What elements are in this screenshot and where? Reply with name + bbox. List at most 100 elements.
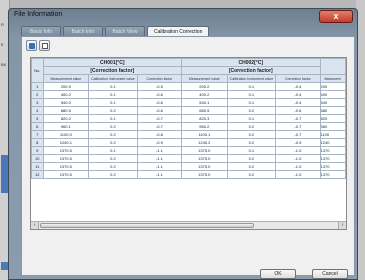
table-cell[interactable]: 0.2: [226, 122, 277, 131]
table-cell[interactable]: 0.1: [88, 146, 138, 155]
table-cell[interactable]: -0.4: [275, 98, 321, 107]
table-row[interactable]: 5 820.2 0.1 -0.7 820.3 0.1 -0.7 820: [31, 114, 346, 123]
scroll-right-arrow-icon[interactable]: ›: [338, 222, 346, 229]
table-cell[interactable]: -0.4: [275, 82, 321, 91]
table-cell[interactable]: 0.2: [88, 106, 138, 115]
table-cell[interactable]: 1240: [319, 138, 346, 147]
table-row[interactable]: 4 680.5 0.2 -0.6 680.5 0.2 -0.6 680: [31, 106, 346, 115]
table-cell[interactable]: 0.2: [226, 154, 277, 163]
table-row[interactable]: 10 1370.0 0.2 -1.1 1370.0 0.2 -1.0 1370: [31, 154, 346, 163]
table-cell[interactable]: -1.0: [275, 170, 321, 179]
tab-calibration-correction[interactable]: Calibration Correction: [147, 26, 210, 36]
table-cell[interactable]: -0.8: [136, 130, 183, 139]
table-cell[interactable]: 540.1: [181, 98, 228, 107]
table-cell[interactable]: 400: [319, 90, 346, 99]
table-cell[interactable]: 680: [319, 106, 346, 115]
table-cell[interactable]: 0.2: [226, 106, 277, 115]
table-cell[interactable]: -0.4: [275, 90, 321, 99]
title-bar[interactable]: File Information x: [9, 9, 357, 24]
table-cell[interactable]: 960.2: [181, 122, 228, 131]
table-row[interactable]: 8 1240.1 0.2 -0.9 1240.2 0.2 -0.9 1240: [31, 138, 346, 147]
table-cell[interactable]: 540: [319, 98, 346, 107]
tab-batch-view[interactable]: Batch View: [105, 26, 145, 36]
table-cell[interactable]: -1.0: [275, 146, 321, 155]
table-cell[interactable]: 0.1: [226, 90, 277, 99]
horizontal-scrollbar[interactable]: ‹ ›: [31, 221, 346, 229]
table-row[interactable]: 6 960.1 0.2 -0.7 960.2 0.2 -0.7 960: [31, 122, 346, 131]
table-cell[interactable]: 1100.0: [42, 130, 90, 139]
table-cell[interactable]: 0.2: [88, 138, 138, 147]
table-cell[interactable]: 1370.0: [42, 146, 90, 155]
table-cell[interactable]: -0.7: [275, 122, 321, 131]
table-cell[interactable]: -0.9: [275, 138, 321, 147]
table-cell[interactable]: 1370.0: [42, 154, 90, 163]
table-row[interactable]: 1 200.5 0.1 -0.5 200.2 0.1 -0.4 200: [31, 82, 346, 91]
table-cell[interactable]: -0.6: [136, 98, 183, 107]
table-cell[interactable]: 680.5: [42, 106, 90, 115]
table-cell[interactable]: -0.7: [275, 130, 321, 139]
table-cell[interactable]: -0.7: [136, 114, 183, 123]
table-cell[interactable]: -1.1: [136, 170, 183, 179]
table-cell[interactable]: 0.2: [226, 138, 277, 147]
table-cell[interactable]: 0.1: [226, 114, 277, 123]
table-cell[interactable]: 0.1: [226, 146, 277, 155]
table-cell[interactable]: -0.9: [136, 138, 183, 147]
table-cell[interactable]: 0.2: [88, 170, 138, 179]
table-cell[interactable]: 200: [319, 82, 346, 91]
table-row[interactable]: 9 1370.0 0.1 -1.1 1370.0 0.1 -1.0 1370: [31, 146, 346, 155]
table-cell[interactable]: 0.2: [88, 162, 138, 171]
table-row[interactable]: 3 540.0 0.1 -0.6 540.1 0.1 -0.4 540: [31, 98, 346, 107]
table-cell[interactable]: 1370.0: [181, 146, 228, 155]
table-row[interactable]: 11 1370.0 0.2 -1.1 1370.0 0.2 -1.0 1370: [31, 162, 346, 171]
close-button[interactable]: x: [319, 10, 353, 23]
table-row[interactable]: 12 1370.0 0.2 -1.1 1370.0 0.2 -1.0 1370: [31, 170, 346, 179]
table-cell[interactable]: 0.1: [88, 82, 138, 91]
scroll-left-arrow-icon[interactable]: ‹: [31, 222, 39, 229]
table-cell[interactable]: -0.7: [136, 122, 183, 131]
table-cell[interactable]: 820.3: [181, 114, 228, 123]
table-cell[interactable]: 0.2: [88, 122, 138, 131]
table-cell[interactable]: 960: [319, 122, 346, 131]
table-cell[interactable]: 1240.1: [42, 138, 90, 147]
table-cell[interactable]: 0.1: [88, 90, 138, 99]
table-cell[interactable]: -1.1: [136, 162, 183, 171]
table-cell[interactable]: 0.2: [88, 130, 138, 139]
table-row[interactable]: 7 1100.0 0.2 -0.8 1100.1 0.2 -0.7 1100: [31, 130, 346, 139]
table-cell[interactable]: 1370: [319, 162, 346, 171]
table-cell[interactable]: -1.0: [275, 162, 321, 171]
table-cell[interactable]: 1370: [319, 146, 346, 155]
table-cell[interactable]: 0.1: [226, 82, 277, 91]
tab-basic-info[interactable]: Basic Info: [21, 26, 61, 36]
table-cell[interactable]: 1370.0: [181, 154, 228, 163]
table-cell[interactable]: 1100: [319, 130, 346, 139]
table-cell[interactable]: -1.0: [275, 154, 321, 163]
table-cell[interactable]: 820.2: [42, 114, 90, 123]
ok-button[interactable]: OK: [260, 269, 296, 279]
table-cell[interactable]: 1240.2: [181, 138, 228, 147]
table-cell[interactable]: 1370.0: [42, 170, 90, 179]
table-cell[interactable]: 960.1: [42, 122, 90, 131]
table-cell[interactable]: 1370.0: [181, 162, 228, 171]
table-cell[interactable]: -0.6: [136, 106, 183, 115]
table-cell[interactable]: 0.2: [226, 130, 277, 139]
table-cell[interactable]: 0.1: [88, 114, 138, 123]
table-cell[interactable]: 400.2: [42, 90, 90, 99]
table-cell[interactable]: 1100.1: [181, 130, 228, 139]
table-cell[interactable]: 200.5: [42, 82, 90, 91]
cancel-button[interactable]: Cancel: [312, 269, 348, 279]
table-cell[interactable]: -0.6: [275, 106, 321, 115]
table-cell[interactable]: 820: [319, 114, 346, 123]
table-cell[interactable]: 0.2: [226, 170, 277, 179]
scrollbar-thumb[interactable]: [40, 223, 254, 228]
table-cell[interactable]: -1.1: [136, 154, 183, 163]
table-cell[interactable]: 1370.0: [181, 170, 228, 179]
table-cell[interactable]: 0.1: [226, 98, 277, 107]
table-cell[interactable]: 200.2: [181, 82, 228, 91]
save-button[interactable]: [26, 40, 37, 51]
table-row[interactable]: 2 400.2 0.1 -0.6 400.2 0.1 -0.4 400: [31, 90, 346, 99]
table-cell[interactable]: -0.5: [136, 82, 183, 91]
table-cell[interactable]: -1.1: [136, 146, 183, 155]
export-button[interactable]: [39, 40, 50, 51]
table-cell[interactable]: -0.6: [136, 90, 183, 99]
table-cell[interactable]: 400.2: [181, 90, 228, 99]
